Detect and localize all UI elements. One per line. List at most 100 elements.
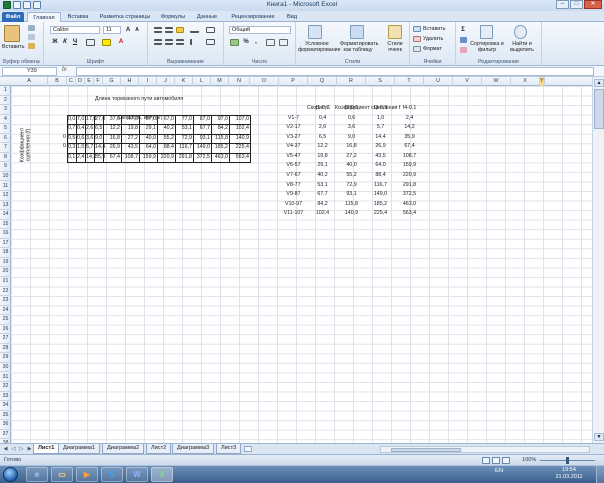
- tab-review[interactable]: Рецензирование: [225, 12, 281, 22]
- speed-row-label[interactable]: V3-27: [279, 134, 308, 141]
- coef-cell[interactable]: 6,5: [308, 134, 337, 141]
- autosum-icon[interactable]: Σ: [459, 26, 467, 34]
- speed-row-label[interactable]: V2-17: [279, 124, 308, 131]
- delete-cells-icon[interactable]: [413, 36, 421, 42]
- conditional-format-button[interactable]: Условное форматирование: [298, 41, 341, 53]
- row-header[interactable]: 1: [0, 86, 11, 96]
- table-cell[interactable]: 159,9: [139, 152, 158, 164]
- column-header[interactable]: M: [211, 77, 229, 86]
- coef-cell[interactable]: 102,4: [308, 210, 337, 217]
- column-header[interactable]: V: [453, 77, 482, 86]
- coef-cell[interactable]: 93,1: [337, 191, 366, 198]
- fill-icon[interactable]: [460, 37, 467, 43]
- coef-cell[interactable]: 291,8: [395, 182, 424, 189]
- coef-cell[interactable]: 12,2: [308, 143, 337, 150]
- folder-icon[interactable]: ▭: [51, 467, 73, 482]
- column-header[interactable]: E: [85, 77, 94, 86]
- row-header[interactable]: 5: [0, 124, 11, 134]
- internet-explorer-icon[interactable]: e: [26, 467, 48, 482]
- cell-styles-icon[interactable]: [388, 25, 402, 39]
- align-bottom-icon[interactable]: [176, 27, 184, 33]
- row-header[interactable]: 2: [0, 96, 11, 106]
- prev-sheet-icon[interactable]: ◁: [10, 446, 17, 453]
- row-header[interactable]: 28: [0, 344, 11, 354]
- increase-decimal-icon[interactable]: [266, 39, 275, 46]
- tab-file[interactable]: Файл: [2, 12, 24, 22]
- format-painter-icon[interactable]: [28, 43, 35, 49]
- scroll-down-icon[interactable]: ▼: [594, 433, 604, 441]
- coef-column-header[interactable]: f1-0,7: [308, 105, 337, 112]
- insert-cells-icon[interactable]: [413, 26, 421, 32]
- paste-icon[interactable]: [4, 25, 20, 42]
- coef-cell[interactable]: 27,2: [337, 153, 366, 160]
- row-header[interactable]: 32: [0, 382, 11, 392]
- coef-cell[interactable]: 16,8: [337, 143, 366, 150]
- coef-cell[interactable]: 35,9: [395, 134, 424, 141]
- column-header[interactable]: N: [229, 77, 250, 86]
- coef-cell[interactable]: 220,9: [395, 172, 424, 179]
- row-header[interactable]: 24: [0, 306, 11, 316]
- coef-cell[interactable]: 26,9: [366, 143, 395, 150]
- column-header[interactable]: C: [67, 77, 76, 86]
- coef-cell[interactable]: 2,4: [395, 115, 424, 122]
- row-header[interactable]: 18: [0, 248, 11, 258]
- coef-cell[interactable]: 108,7: [395, 153, 424, 160]
- coef-cell[interactable]: 159,9: [395, 162, 424, 169]
- column-header[interactable]: R: [337, 77, 366, 86]
- align-top-icon[interactable]: [154, 27, 162, 33]
- font-color-icon[interactable]: A: [117, 38, 125, 46]
- column-header[interactable]: Q: [308, 77, 337, 86]
- column-header[interactable]: T: [395, 77, 424, 86]
- close-button[interactable]: ✕: [584, 0, 602, 9]
- row-header[interactable]: 17: [0, 239, 11, 249]
- coef-cell[interactable]: 0,6: [337, 115, 366, 122]
- last-sheet-icon[interactable]: ▶: [26, 446, 33, 453]
- tab-page-layout[interactable]: Разметка страницы: [96, 12, 154, 22]
- clear-icon[interactable]: [460, 47, 467, 53]
- orientation-icon[interactable]: [190, 27, 199, 33]
- formula-input[interactable]: [76, 67, 594, 76]
- cell-styles-button[interactable]: Стили ячеек: [382, 41, 408, 53]
- start-button[interactable]: [3, 467, 18, 482]
- column-header[interactable]: D: [76, 77, 85, 86]
- column-header[interactable]: W: [482, 77, 511, 86]
- column-header[interactable]: O: [250, 77, 279, 86]
- column-header[interactable]: L: [193, 77, 211, 86]
- table-cell[interactable]: 463,0: [211, 152, 230, 164]
- align-center-icon[interactable]: [165, 39, 173, 45]
- speed-row-label[interactable]: V4-37: [279, 143, 308, 150]
- worksheet-grid[interactable]: ABCDEFGHIJKLMNOPQRSTUVWXY 1 2 3 4 5 6 7 8 9 10 11 1…: [0, 77, 592, 443]
- delete-cells-button[interactable]: Удалить: [423, 36, 443, 42]
- row-header[interactable]: 34: [0, 401, 11, 411]
- normal-view-icon[interactable]: [482, 457, 490, 464]
- column-header[interactable]: A: [11, 77, 48, 86]
- excel-taskbar-icon[interactable]: X: [151, 467, 173, 482]
- coef-cell[interactable]: 64,0: [366, 162, 395, 169]
- speed-row-label[interactable]: V10-97: [279, 201, 308, 208]
- coef-cell[interactable]: 88,4: [366, 172, 395, 179]
- sheet-tab-list1[interactable]: Лист1: [33, 444, 60, 454]
- merge-center-icon[interactable]: [206, 39, 215, 45]
- row-header[interactable]: 36: [0, 420, 11, 430]
- row-header[interactable]: 21: [0, 277, 11, 287]
- font-name-select[interactable]: Calibri: [50, 26, 100, 34]
- row-header[interactable]: 3: [0, 105, 11, 115]
- coef-cell[interactable]: 40,0: [337, 162, 366, 169]
- zoom-slider[interactable]: [540, 457, 595, 464]
- wrap-text-icon[interactable]: [206, 27, 215, 33]
- coef-cell[interactable]: 53,1: [308, 182, 337, 189]
- coef-cell[interactable]: 563,4: [395, 210, 424, 217]
- tab-data[interactable]: Данные: [193, 12, 221, 22]
- row-header[interactable]: 19: [0, 258, 11, 268]
- row-header[interactable]: 13: [0, 201, 11, 211]
- table-cell[interactable]: 220,9: [157, 152, 176, 164]
- row-header[interactable]: 23: [0, 296, 11, 306]
- sheet-title[interactable]: Длина тормозного пути автомобиля: [95, 96, 183, 103]
- row-header[interactable]: 6: [0, 134, 11, 144]
- coef-cell[interactable]: 149,0: [366, 191, 395, 198]
- row-header[interactable]: 8: [0, 153, 11, 163]
- paste-button-label[interactable]: Вставить: [2, 44, 24, 50]
- column-header[interactable]: F: [94, 77, 103, 86]
- tab-insert[interactable]: Вставка: [63, 12, 93, 22]
- decrease-decimal-icon[interactable]: [279, 39, 288, 46]
